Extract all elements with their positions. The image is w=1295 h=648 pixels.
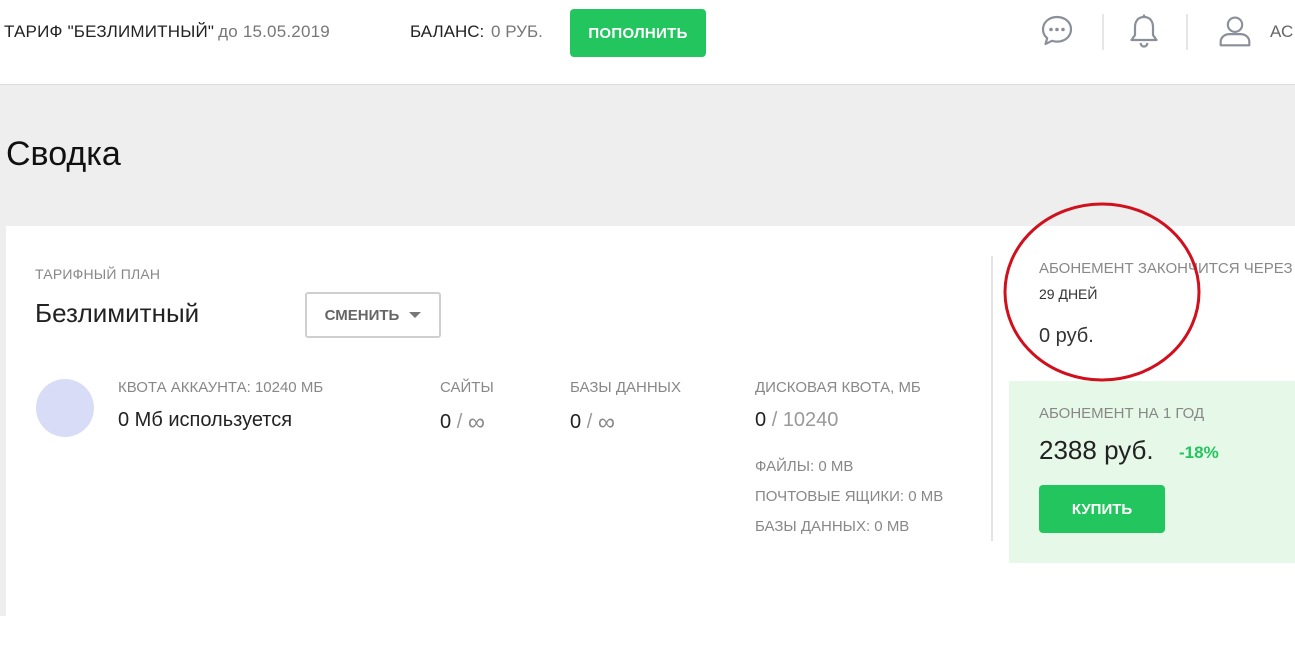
top-bar: ТАРИФ "БЕЗЛИМИТНЫЙ" до 15.05.2019 БАЛАНС:… (0, 0, 1295, 85)
balance-info: БАЛАНС: 0 РУБ. (410, 22, 543, 42)
topup-button[interactable]: ПОПОЛНИТЬ (570, 9, 706, 57)
annual-price: 2388 руб. (1039, 435, 1154, 465)
databases-used: 0 (570, 411, 582, 433)
tariff-name: ТАРИФ "БЕЗЛИМИТНЫЙ" (4, 22, 215, 41)
user-name[interactable]: АС (1270, 22, 1293, 42)
sites-separator: / (456, 411, 463, 433)
databases-separator: / (586, 411, 593, 433)
tariff-until: до 15.05.2019 (218, 22, 330, 41)
user-icon[interactable] (1218, 13, 1252, 49)
disk-separator: / (771, 409, 778, 431)
files-usage: ФАЙЛЫ: 0 MB (755, 458, 854, 475)
chat-icon[interactable] (1040, 13, 1074, 49)
databases-usage: БАЗЫ ДАННЫХ: 0 MB (755, 518, 910, 535)
databases-label: БАЗЫ ДАННЫХ (570, 379, 681, 396)
header-divider (1186, 14, 1188, 50)
chevron-down-icon (409, 312, 422, 318)
change-plan-label: СМЕНИТЬ (324, 306, 400, 324)
balance-value: 0 РУБ. (491, 22, 543, 41)
disk-used: 0 (755, 409, 767, 431)
page-title: Сводка (6, 135, 121, 173)
page-content: Сводка ТАРИФНЫЙ ПЛАН Безлимитный СМЕНИТЬ… (0, 85, 1295, 616)
infinity-icon: ∞ (467, 409, 485, 436)
disk-quota-label: ДИСКОВАЯ КВОТА, МБ (755, 379, 921, 396)
sites-value: 0 / ∞ (440, 409, 485, 437)
bell-icon[interactable] (1127, 13, 1161, 49)
sites-used: 0 (440, 411, 452, 433)
tariff-info: ТАРИФ "БЕЗЛИМИТНЫЙ" до 15.05.2019 (4, 22, 330, 42)
quota-value: 0 Мб используется (118, 409, 293, 431)
plan-name: Безлимитный (35, 298, 200, 328)
subscription-ends-label: АБОНЕМЕНТ ЗАКОНЧИТСЯ ЧЕРЕЗ (1039, 260, 1293, 277)
annual-discount-badge: -18% (1179, 443, 1219, 462)
balance-label: БАЛАНС: (410, 22, 485, 41)
header-divider (1102, 14, 1104, 50)
disk-quota-value: 0 / 10240 (755, 409, 838, 432)
buy-button[interactable]: КУПИТЬ (1039, 485, 1165, 533)
card-divider (991, 256, 993, 541)
disk-total: 10240 (782, 409, 839, 431)
subscription-price: 0 руб. (1039, 325, 1094, 347)
summary-card: ТАРИФНЫЙ ПЛАН Безлимитный СМЕНИТЬ КВОТА … (6, 226, 1295, 616)
quota-label: КВОТА АККАУНТА: 10240 МБ (118, 379, 324, 396)
quota-usage-chart (36, 379, 94, 437)
bottom-strip (0, 616, 1295, 648)
infinity-icon: ∞ (597, 409, 615, 436)
annual-subscription-panel: АБОНЕМЕНТ НА 1 ГОД 2388 руб. -18% КУПИТЬ (1009, 381, 1295, 563)
change-plan-button[interactable]: СМЕНИТЬ (305, 292, 441, 338)
annual-label: АБОНЕМЕНТ НА 1 ГОД (1039, 405, 1205, 422)
plan-label: ТАРИФНЫЙ ПЛАН (35, 266, 161, 282)
databases-value: 0 / ∞ (570, 409, 615, 437)
mailboxes-usage: ПОЧТОВЫЕ ЯЩИКИ: 0 MB (755, 488, 944, 505)
sites-label: САЙТЫ (440, 379, 494, 396)
subscription-days: 29 ДНЕЙ (1039, 286, 1098, 302)
